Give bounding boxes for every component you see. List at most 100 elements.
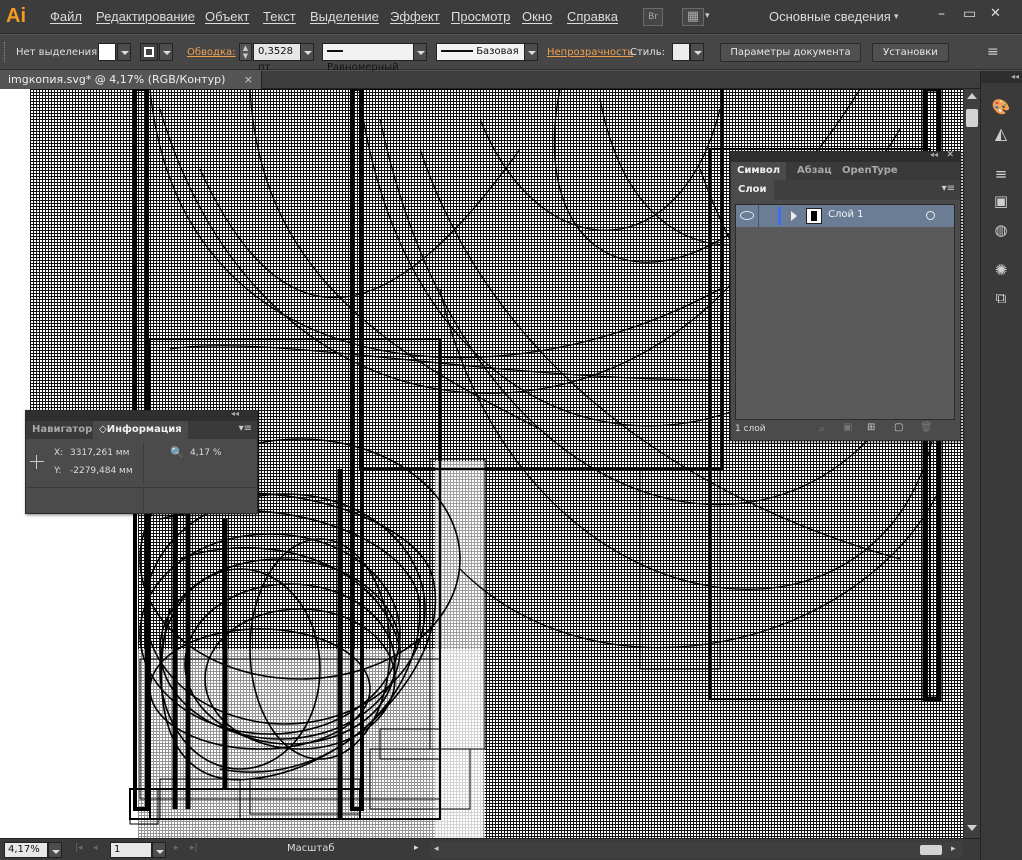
layer-thumbnail xyxy=(806,208,822,224)
stroke-dropdown-icon[interactable] xyxy=(159,43,173,61)
tab-character[interactable]: Символ xyxy=(731,162,787,180)
layer-row[interactable]: Слой 1 xyxy=(736,205,954,227)
menu-window[interactable]: Окно xyxy=(522,9,552,24)
menu-view[interactable]: Просмотр xyxy=(451,9,510,24)
status-bar: 4,17% |◂ ◂ 1 ▸ ▸| Масштаб ▸ ◂ ▸ xyxy=(0,838,980,860)
zoom-icon: 🔍 xyxy=(170,446,184,459)
gradient-icon[interactable]: ▣ xyxy=(991,192,1011,210)
scroll-down-icon[interactable] xyxy=(967,825,977,831)
stroke-weight-dropdown-icon[interactable] xyxy=(300,43,314,61)
document-setup-button[interactable]: Параметры документа xyxy=(720,43,861,62)
fill-swatch[interactable] xyxy=(98,43,116,61)
menu-effect[interactable]: Эффект xyxy=(390,9,440,24)
info-collapse-icon[interactable]: ◂◂ xyxy=(231,409,239,418)
new-layer-icon[interactable]: ▢ xyxy=(894,422,903,433)
style-swatch[interactable] xyxy=(672,43,690,61)
horizontal-scrollbar[interactable]: ◂ ▸ xyxy=(430,842,963,858)
tab-layers[interactable]: Слои xyxy=(731,180,774,200)
prev-artboard-icon[interactable]: ◂ xyxy=(93,843,98,853)
expand-arrow-icon[interactable] xyxy=(791,211,797,221)
zoom-value: 4,17 % xyxy=(190,448,222,458)
preferences-button[interactable]: Установки xyxy=(872,43,949,62)
layer-name[interactable]: Слой 1 xyxy=(828,209,864,220)
locate-object-icon[interactable]: ⌕ xyxy=(819,422,825,436)
layers-collapse-icon[interactable]: ◂◂ xyxy=(930,150,938,159)
last-artboard-icon[interactable]: ▸| xyxy=(190,843,198,853)
brush-definition[interactable]: Базовая xyxy=(436,43,525,61)
layers-footer: 1 слой ⌕ ▣ ⊞ ▢ 🗑 xyxy=(731,420,960,440)
stroke-stepper-icon[interactable]: ▲ ▼ xyxy=(239,43,252,61)
dock-collapse-icon[interactable]: ◂◂ xyxy=(981,71,1022,83)
info-menu-icon[interactable]: ▾≡ xyxy=(239,423,252,434)
color-guide-icon[interactable]: ◭ xyxy=(991,125,1011,143)
workspace-dropdown-icon[interactable]: ▾ xyxy=(894,12,899,22)
info-panel-titlebar[interactable]: ◂◂ xyxy=(26,409,257,421)
layers-panel-titlebar[interactable]: ◂◂ ✕ xyxy=(731,150,960,162)
tab-info[interactable]: ◇Информация xyxy=(93,421,188,439)
panel-dock: ◂◂ 🎨 ◭ ≡ ▣ ◍ ✺ ⧉ xyxy=(980,71,1022,860)
scroll-thumb[interactable] xyxy=(966,109,978,127)
arrange-documents-icon[interactable]: ▦ xyxy=(682,8,704,26)
selection-status: Нет выделения xyxy=(16,47,98,58)
h-scroll-thumb[interactable] xyxy=(920,845,942,855)
zoom-field[interactable]: 4,17% xyxy=(4,842,48,858)
arrange-dropdown-icon[interactable]: ▾ xyxy=(705,11,710,21)
document-tab[interactable]: imgкопия.svg* @ 4,17% (RGB/Контур) × xyxy=(0,71,262,89)
artboard-dropdown-icon[interactable] xyxy=(152,842,166,858)
layers-close-icon[interactable]: ✕ xyxy=(946,150,954,160)
style-dropdown-icon[interactable] xyxy=(690,43,704,61)
scroll-up-icon[interactable] xyxy=(967,93,977,99)
menu-edit[interactable]: Редактирование xyxy=(96,9,195,24)
artboard-field[interactable]: 1 xyxy=(110,842,152,858)
close-tab-icon[interactable]: × xyxy=(244,71,253,89)
layer-count: 1 слой xyxy=(735,424,766,434)
vertical-scrollbar[interactable] xyxy=(963,89,980,838)
stroke-icon[interactable]: ≡ xyxy=(991,165,1011,183)
close-window-button[interactable]: ✕ xyxy=(990,6,1001,21)
document-tab-bar: imgкопия.svg* @ 4,17% (RGB/Контур) × xyxy=(0,71,980,89)
document-title: imgкопия.svg* @ 4,17% (RGB/Контур) xyxy=(8,73,226,86)
transparency-icon[interactable]: ◍ xyxy=(991,221,1011,239)
delete-layer-icon[interactable]: 🗑 xyxy=(920,422,933,433)
variable-width-profile[interactable]: Равномерный xyxy=(322,43,414,73)
scroll-right-icon[interactable]: ▸ xyxy=(951,844,956,854)
menu-select[interactable]: Выделение xyxy=(310,9,379,24)
scroll-left-icon[interactable]: ◂ xyxy=(434,844,439,854)
x-label: X: xyxy=(54,448,64,458)
menu-text[interactable]: Текст xyxy=(263,9,296,24)
stroke-swatch[interactable] xyxy=(140,43,158,61)
clipping-mask-icon[interactable]: ▣ xyxy=(843,422,852,433)
next-artboard-icon[interactable]: ▸ xyxy=(174,843,179,853)
grip-handle[interactable] xyxy=(4,42,7,62)
color-palette-icon[interactable]: 🎨 xyxy=(991,98,1011,116)
appearance-icon[interactable]: ✺ xyxy=(991,261,1011,279)
zoom-dropdown-icon[interactable] xyxy=(48,842,62,858)
bridge-button[interactable]: Br xyxy=(643,8,663,26)
menu-bar: Ai Файл Редактирование Объект Текст Выде… xyxy=(0,0,1022,34)
style-label: Стиль: xyxy=(630,47,665,58)
menu-help[interactable]: Справка xyxy=(567,9,618,24)
layers-menu-icon[interactable]: ▾≡ xyxy=(942,183,955,194)
status-menu-icon[interactable]: ▸ xyxy=(414,843,419,853)
graphic-styles-icon[interactable]: ⧉ xyxy=(991,289,1011,307)
new-sublayer-icon[interactable]: ⊞ xyxy=(867,422,875,433)
profile-dropdown-icon[interactable] xyxy=(413,43,427,61)
menu-file[interactable]: Файл xyxy=(50,9,82,24)
tab-navigator[interactable]: Навигатор xyxy=(26,421,98,439)
menu-object[interactable]: Объект xyxy=(205,9,249,24)
first-artboard-icon[interactable]: |◂ xyxy=(75,843,83,853)
opacity-label[interactable]: Непрозрачность xyxy=(547,47,633,58)
tab-paragraph[interactable]: Абзац xyxy=(791,162,838,180)
workspace-switcher[interactable]: Основные сведения xyxy=(769,9,891,24)
stroke-label[interactable]: Обводка: xyxy=(187,47,236,58)
minimize-button[interactable]: – xyxy=(938,6,945,22)
tab-opentype[interactable]: OpenType xyxy=(836,162,904,180)
app-logo: Ai xyxy=(6,5,26,27)
control-panel-menu-icon[interactable]: ≡ xyxy=(987,44,999,60)
restore-button[interactable]: ▭ xyxy=(963,6,976,22)
stroke-weight-input[interactable]: 0,3528 пт xyxy=(253,43,301,73)
brush-dropdown-icon[interactable] xyxy=(524,43,538,61)
eye-icon[interactable] xyxy=(740,211,754,220)
target-icon[interactable] xyxy=(926,211,935,220)
fill-dropdown-icon[interactable] xyxy=(117,43,131,61)
